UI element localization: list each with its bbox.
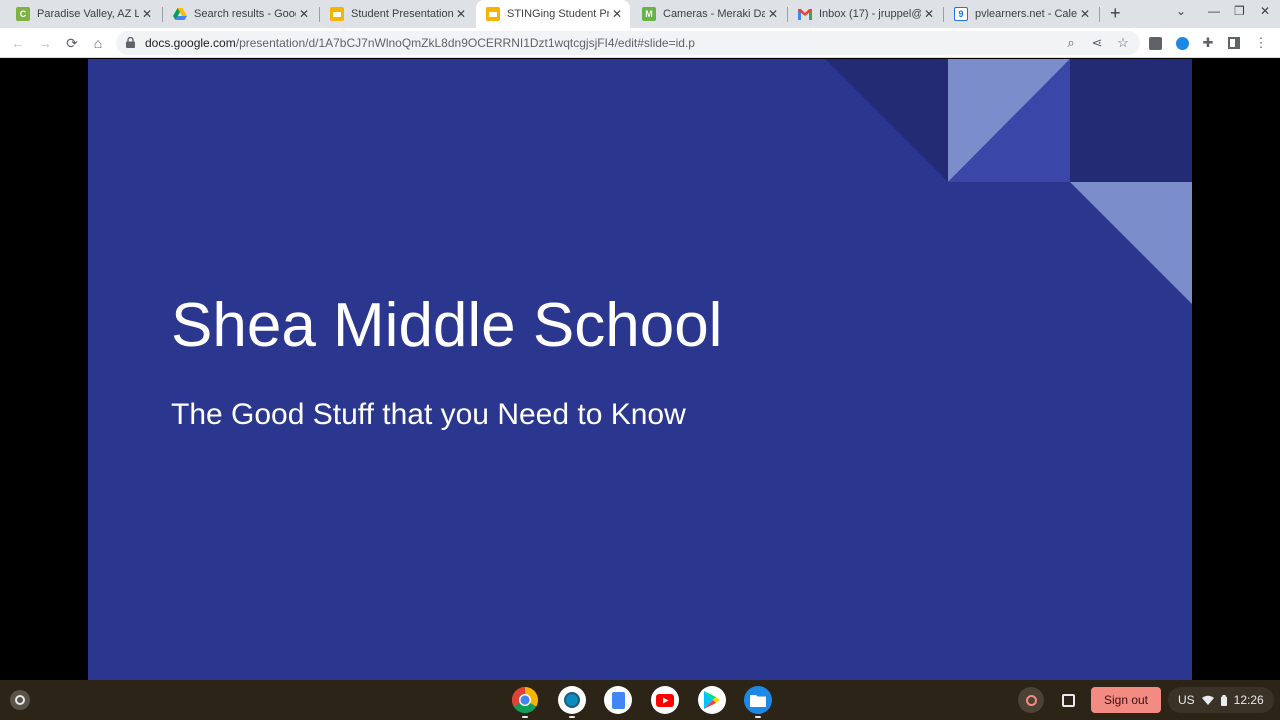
tab-strip: C Paradise Valley, AZ Lo ✕ Search result… [0, 0, 1280, 28]
tab-title: pvlearners.net - Calend [975, 8, 1077, 20]
close-icon[interactable]: ✕ [924, 7, 934, 21]
play-store-icon[interactable] [698, 686, 726, 714]
tab-search-results[interactable]: Search results - Google ✕ [163, 0, 317, 28]
tab-title: Cameras - Meraki Dash [663, 8, 765, 20]
back-button[interactable]: ← [8, 33, 28, 53]
new-tab-button[interactable]: + [1110, 3, 1121, 24]
url-host: docs.google.com [145, 36, 236, 50]
launcher-button[interactable] [10, 690, 30, 710]
share-icon[interactable]: ⋖ [1088, 34, 1106, 52]
globe-extension-icon[interactable] [1173, 34, 1191, 52]
slide-title: Shea Middle School [171, 291, 723, 360]
menu-icon[interactable]: ⋮ [1252, 34, 1270, 52]
forward-button[interactable]: → [35, 33, 55, 53]
meraki-icon: M [642, 7, 656, 21]
tab-title: Paradise Valley, AZ Lo [37, 8, 139, 20]
browser-toolbar: ← → ⟳ ⌂ docs.google.com/presentation/d/1… [0, 28, 1280, 58]
wifi-icon [1201, 695, 1214, 705]
battery-icon [1220, 694, 1227, 706]
google-slides-icon [330, 7, 344, 21]
url-text: docs.google.com/presentation/d/1A7bCJ7nW… [145, 36, 695, 50]
google-docs-icon[interactable] [604, 686, 632, 714]
lock-icon [126, 37, 135, 48]
files-icon[interactable] [744, 686, 772, 714]
close-icon[interactable]: ✕ [456, 7, 466, 21]
close-icon[interactable]: ✕ [299, 7, 309, 21]
close-icon[interactable]: ✕ [768, 7, 778, 21]
tab-paradise-valley[interactable]: C Paradise Valley, AZ Lo ✕ [6, 0, 160, 28]
tab-title: Inbox (17) - jruppel@pv [819, 8, 921, 20]
chrome-icon[interactable] [511, 686, 539, 714]
tab-title: STINGing Student Pres [507, 8, 609, 20]
tab-student-presentation[interactable]: Student Presentation - ✕ [320, 0, 474, 28]
minimize-button[interactable]: — [1208, 4, 1220, 18]
tab-title: Student Presentation - [351, 8, 453, 20]
c-logo-icon: C [16, 7, 30, 21]
close-icon[interactable]: ✕ [612, 7, 622, 21]
restore-button[interactable]: ❐ [1234, 4, 1245, 18]
web-app-icon[interactable] [558, 686, 586, 714]
tab-gmail-inbox[interactable]: Inbox (17) - jruppel@pv ✕ [788, 0, 942, 28]
home-button[interactable]: ⌂ [88, 33, 108, 53]
slide-subtitle: The Good Stuff that you Need to Know [171, 398, 686, 431]
puzzle-extensions-icon[interactable]: ✚ [1199, 34, 1217, 52]
bookmark-star-icon[interactable]: ☆ [1114, 34, 1132, 52]
holding-space-button[interactable] [1055, 687, 1081, 713]
google-drive-icon [173, 7, 187, 21]
reload-button[interactable]: ⟳ [62, 33, 82, 53]
slide[interactable]: Shea Middle School The Good Stuff that y… [88, 59, 1192, 680]
slide-decoration [825, 59, 1192, 304]
extension-icon[interactable] [1146, 34, 1164, 52]
launcher-icon [15, 695, 25, 705]
holding-space-icon [1061, 693, 1075, 707]
google-calendar-icon: 9 [954, 7, 968, 21]
tab-stinging-student-presentation[interactable]: STINGing Student Pres ✕ [476, 0, 630, 28]
tab-title: Search results - Google [194, 8, 296, 20]
sign-out-button[interactable]: Sign out [1091, 687, 1161, 713]
tab-search-chevron-icon[interactable]: ⌄ [1176, 4, 1186, 18]
tab-pvlearners-calendar[interactable]: 9 pvlearners.net - Calend ✕ [944, 0, 1098, 28]
address-bar[interactable]: docs.google.com/presentation/d/1A7bCJ7nW… [116, 31, 1140, 55]
close-icon[interactable]: ✕ [142, 7, 152, 21]
status-area[interactable]: US 12:26 [1168, 687, 1274, 713]
chromeos-shelf: Sign out US 12:26 [0, 680, 1280, 720]
record-icon [1025, 694, 1037, 706]
google-slides-icon [486, 7, 500, 21]
gmail-icon [798, 7, 812, 21]
close-window-button[interactable]: ✕ [1260, 4, 1270, 18]
tab-cameras-meraki[interactable]: M Cameras - Meraki Dash ✕ [632, 0, 786, 28]
keyboard-layout: US [1178, 693, 1195, 707]
url-path: /presentation/d/1A7bCJ7nWlnoQmZkL8dn9OCE… [235, 36, 695, 50]
screen-record-button[interactable] [1018, 687, 1044, 713]
side-panel-icon[interactable] [1225, 34, 1243, 52]
zoom-icon[interactable]: ⌕ [1062, 34, 1080, 52]
youtube-icon[interactable] [651, 686, 679, 714]
clock: 12:26 [1233, 693, 1264, 707]
close-icon[interactable]: ✕ [1080, 7, 1090, 21]
presentation-stage: Shea Middle School The Good Stuff that y… [0, 59, 1280, 680]
